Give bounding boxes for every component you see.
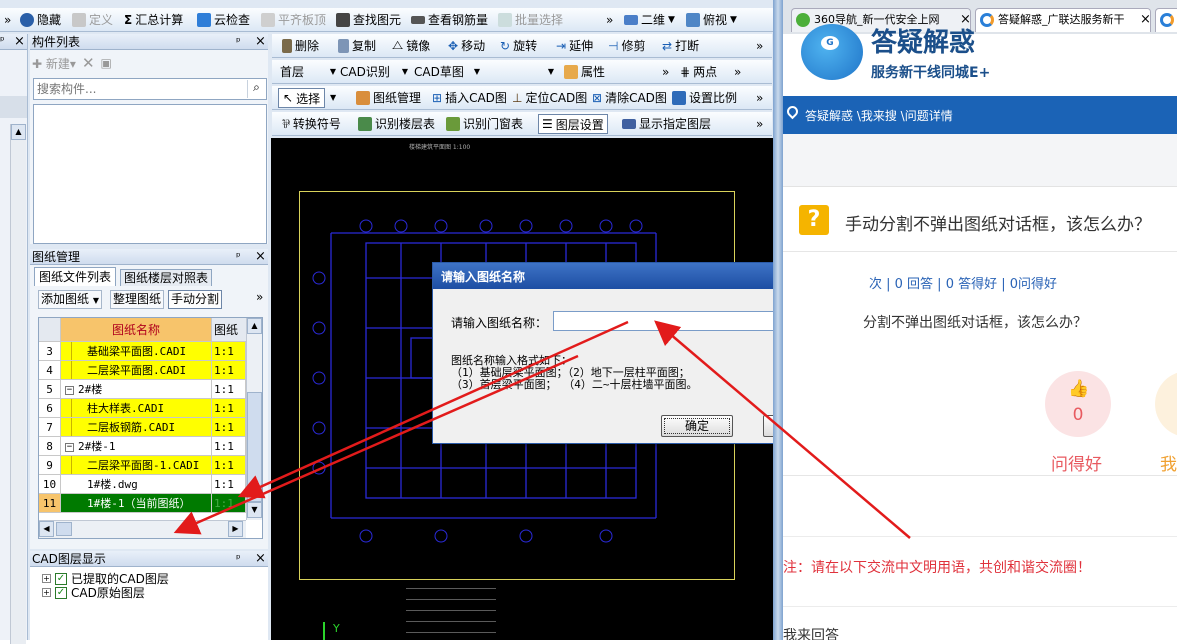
annotation-arrows	[173, 320, 911, 539]
arrow-to-name-input	[654, 320, 911, 539]
arrow-to-table-bottom	[173, 354, 579, 535]
arrow-to-current-drawing	[237, 320, 629, 499]
